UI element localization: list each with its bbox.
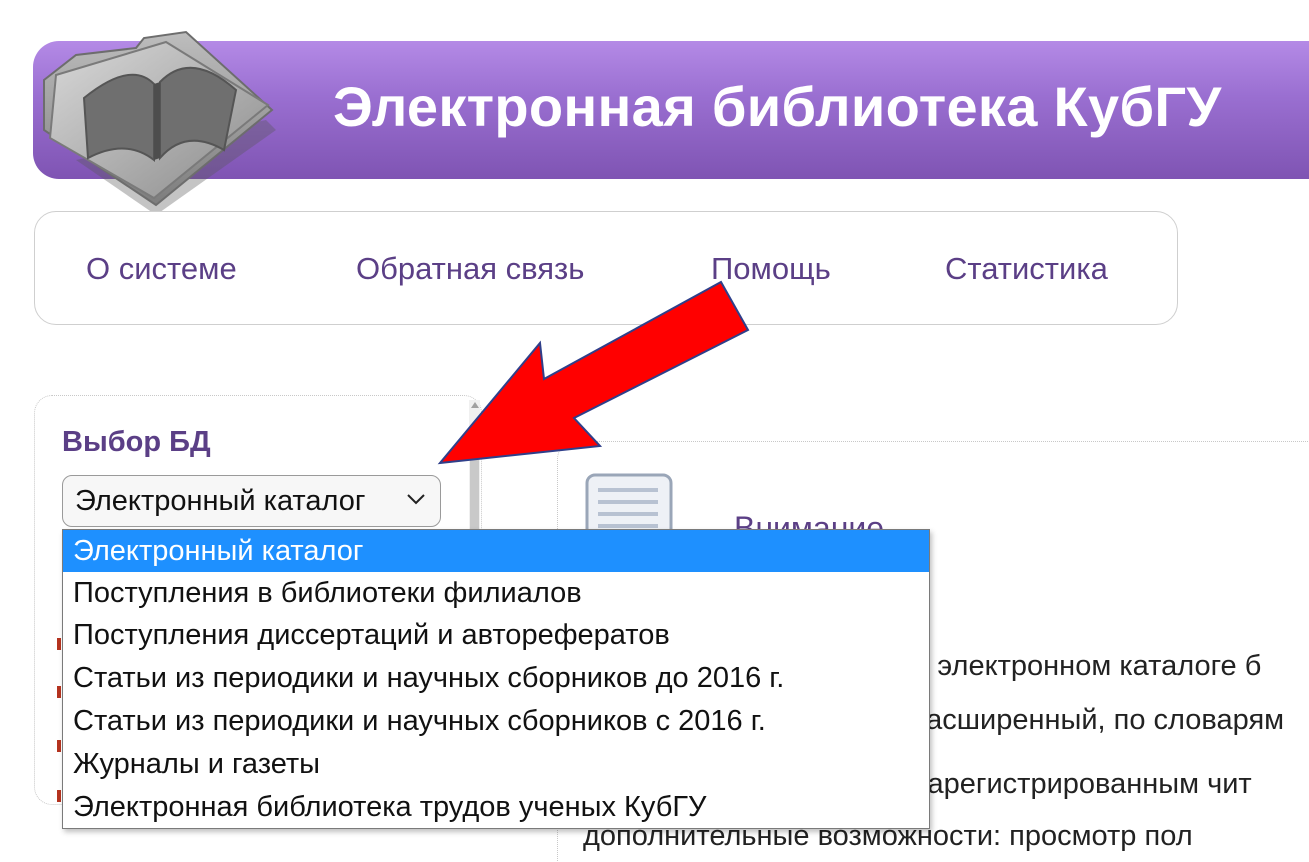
option-scientists-works[interactable]: Электронная библиотека трудов ученых Куб… bbox=[63, 786, 929, 828]
chevron-down-icon bbox=[407, 494, 425, 505]
page-title: Электронная библиотека КубГУ bbox=[333, 75, 1222, 138]
list-marker bbox=[57, 686, 61, 698]
option-dissertations[interactable]: Поступления диссертаций и авторефератов bbox=[63, 614, 929, 656]
database-select-value: Электронный каталог bbox=[75, 485, 366, 517]
list-marker bbox=[57, 740, 61, 752]
database-section-title: Выбор БД bbox=[62, 426, 211, 458]
main-text-line: Зарегистрированным чит bbox=[910, 768, 1252, 800]
nav-link-help[interactable]: Помощь bbox=[711, 251, 831, 287]
database-options-list[interactable]: Электронный каталог Поступления в библио… bbox=[62, 529, 930, 829]
list-marker bbox=[57, 638, 61, 650]
database-select[interactable]: Электронный каталог bbox=[62, 475, 441, 527]
main-text-line: В электронном каталоге б bbox=[910, 650, 1262, 682]
option-journals-newspapers[interactable]: Журналы и газеты bbox=[63, 743, 929, 785]
option-articles-before-2016[interactable]: Статьи из периодики и научных сборников … bbox=[63, 657, 929, 699]
option-branch-arrivals[interactable]: Поступления в библиотеки филиалов bbox=[63, 572, 929, 614]
main-text-line: расширенный, по словарям bbox=[910, 704, 1285, 736]
option-articles-since-2016[interactable]: Статьи из периодики и научных сборников … bbox=[63, 700, 929, 742]
open-book-folder-icon bbox=[43, 30, 276, 215]
scroll-up-arrow-icon[interactable] bbox=[471, 402, 479, 408]
page: Электронная библиотека КубГУ О системе О… bbox=[0, 0, 1309, 862]
option-electronic-catalog[interactable]: Электронный каталог bbox=[63, 530, 929, 572]
nav-link-feedback[interactable]: Обратная связь bbox=[356, 251, 584, 287]
nav-link-about[interactable]: О системе bbox=[86, 251, 237, 287]
list-marker bbox=[57, 790, 61, 802]
nav-link-statistics[interactable]: Статистика bbox=[945, 251, 1108, 287]
